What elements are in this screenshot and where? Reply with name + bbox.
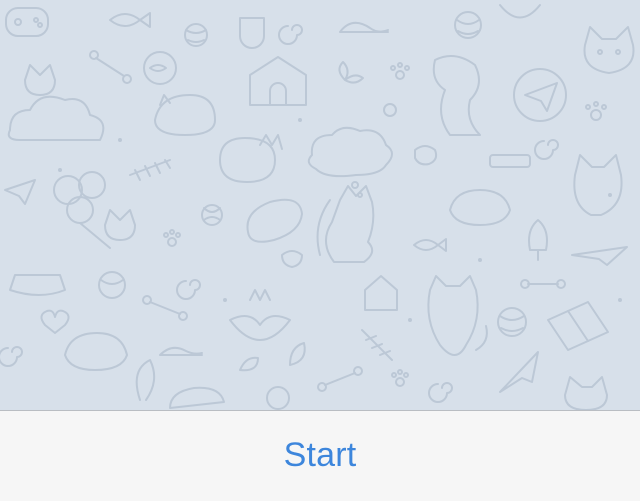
mouse-toy-icon	[339, 21, 389, 33]
bone-icon	[317, 366, 363, 392]
tulip-icon	[528, 219, 548, 261]
paw-icon	[390, 62, 410, 80]
spiral-icon	[176, 279, 201, 300]
cup-icon	[239, 17, 265, 49]
food-bowl-icon	[9, 274, 66, 296]
leaf-icon	[239, 342, 306, 372]
mouse-toy-icon	[159, 346, 203, 356]
paper-plane-icon	[499, 351, 539, 393]
spiral-icon	[534, 139, 559, 160]
ball-icon	[184, 23, 208, 47]
paper-plane-icon	[4, 179, 36, 205]
cat-face-icon	[499, 4, 635, 74]
telegram-bot-start-screen: Start	[0, 0, 640, 501]
thought-cloud-icon	[307, 126, 393, 198]
balloon-cat-icon	[53, 171, 136, 249]
yarn-ball-icon	[383, 103, 397, 117]
collar-icon	[489, 154, 531, 168]
bat-cat-icon	[229, 289, 291, 341]
spiral-icon	[0, 346, 23, 367]
cat-bed-icon	[246, 198, 303, 243]
yarn-ball-icon	[201, 204, 223, 226]
fish-bowl-icon	[143, 51, 177, 85]
bird-icon	[281, 250, 303, 268]
ball-icon	[497, 307, 527, 337]
gamepad-icon	[5, 7, 49, 37]
gift-box-icon	[547, 301, 609, 351]
ball-icon	[266, 386, 290, 410]
paw-icon	[391, 369, 409, 387]
paper-plane-icon	[571, 246, 628, 266]
spiral-icon	[428, 382, 453, 403]
yarn-ball-icon	[98, 271, 126, 299]
bone-icon	[520, 279, 566, 289]
bird-icon	[414, 145, 438, 166]
paper-plane-icon	[513, 68, 567, 122]
cat-face-icon	[564, 376, 608, 410]
bone-icon	[89, 50, 132, 84]
bottom-bar: Start	[0, 410, 640, 501]
ball-icon	[454, 11, 482, 39]
paw-icon	[585, 101, 607, 121]
fish-icon	[413, 238, 447, 252]
doghouse-icon	[364, 275, 398, 311]
fish-skeleton-icon	[361, 329, 393, 361]
heart-icon	[40, 309, 70, 334]
fox-icon	[316, 185, 375, 263]
start-button[interactable]: Start	[260, 428, 381, 483]
paw-icon	[163, 229, 181, 247]
cloud-cat-icon	[7, 64, 105, 141]
sleeping-cat-icon	[64, 332, 128, 371]
cat-bed-icon	[169, 386, 225, 409]
spiral-icon	[278, 24, 303, 45]
fish-skeleton-icon	[129, 159, 171, 181]
plant-icon	[338, 61, 364, 84]
chat-wallpaper	[0, 0, 640, 410]
dog-icon	[432, 55, 481, 136]
cat-ball-icon	[219, 134, 283, 183]
cat-face-icon	[427, 275, 488, 356]
cat-sitting-icon	[573, 154, 623, 216]
fox-icon	[135, 359, 156, 401]
fish-icon	[109, 12, 151, 28]
bone-icon	[142, 295, 188, 321]
sleeping-cat-icon	[449, 189, 511, 226]
sleeping-cat-icon	[154, 94, 216, 136]
doghouse-icon	[249, 56, 307, 106]
